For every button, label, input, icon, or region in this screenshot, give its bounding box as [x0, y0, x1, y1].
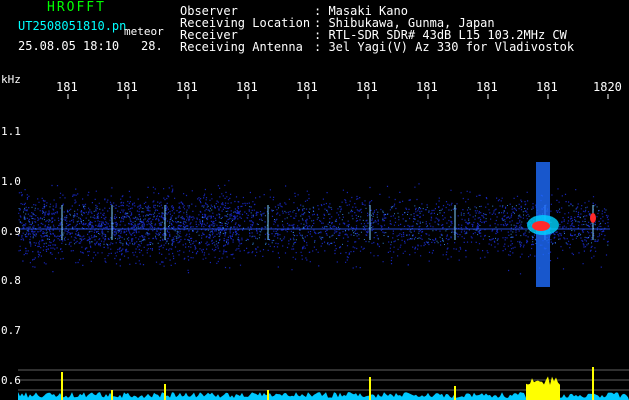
- y-unit-label: kHz: [1, 73, 21, 86]
- time-tick: 181: [536, 80, 558, 94]
- time-tick: 181: [356, 80, 378, 94]
- time-tick: 181: [416, 80, 438, 94]
- time-tick: 181: [476, 80, 498, 94]
- spectrogram-window: HROFFT UT2508051810.pn meteor 25.08.05 1…: [0, 0, 629, 400]
- y-tick-label: 1.1: [1, 125, 21, 138]
- time-tick: 181: [56, 80, 78, 94]
- y-tick-label: 1.0: [1, 175, 21, 188]
- time-tick: 181: [176, 80, 198, 94]
- antenna-label: Receiving Antenna: [180, 40, 303, 54]
- count-label: 28.: [141, 39, 163, 53]
- noise-band: [18, 180, 609, 275]
- time-tick: 1820: [593, 80, 622, 94]
- file-name: UT2508051810.pn: [18, 19, 127, 33]
- y-tick-label: 0.6: [1, 374, 21, 387]
- meteor-echo-core: [532, 221, 550, 231]
- meteor-echo-small: [590, 213, 596, 223]
- file-suffix: meteor: [124, 25, 164, 38]
- y-tick-label: 0.7: [1, 324, 21, 337]
- time-tick: 181: [296, 80, 318, 94]
- time-tick: 181: [116, 80, 138, 94]
- y-tick-label: 0.9: [1, 225, 21, 238]
- time-tick: 181: [236, 80, 258, 94]
- antenna-value: : 3el Yagi(V) Az 330 for Vladivostok: [314, 40, 575, 54]
- app-title: HROFFT: [47, 0, 106, 15]
- spectrogram-plot: [18, 94, 629, 400]
- y-tick-label: 0.8: [1, 274, 21, 287]
- datetime-label: 25.08.05 18:10: [18, 39, 120, 53]
